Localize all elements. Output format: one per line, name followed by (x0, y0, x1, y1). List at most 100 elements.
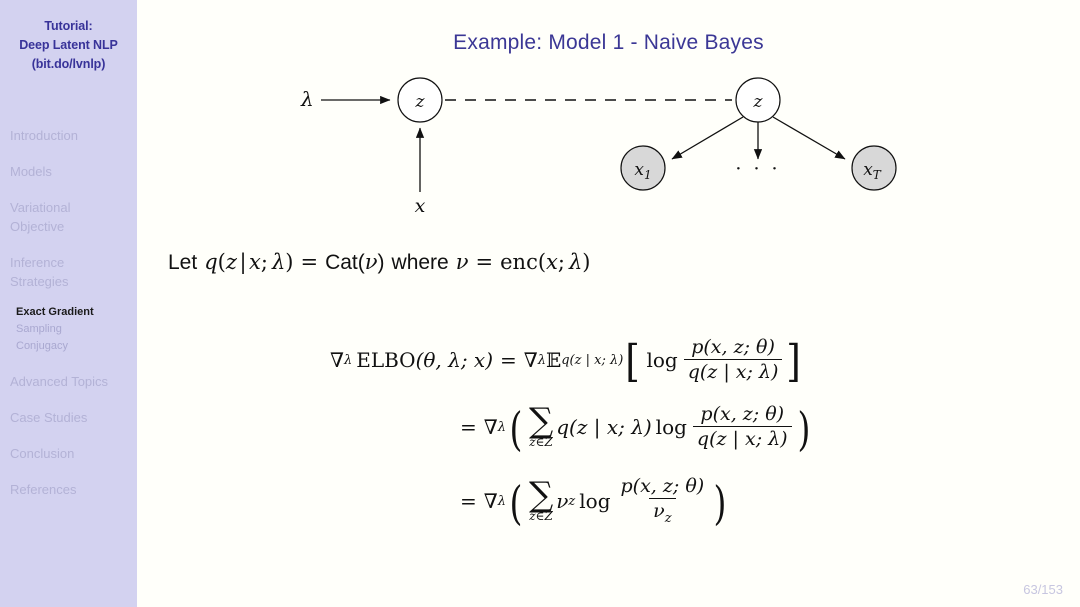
graphical-model-diagram: λ z x z x1 · · · xT (277, 62, 937, 212)
eq1-nabla-rhs-sub: λ (537, 352, 546, 368)
sidebar-item-label: Advanced Topics (10, 374, 109, 389)
let-equals-1: = (300, 250, 319, 274)
eq1-log: log (646, 348, 678, 372)
sidebar-item-conclusion[interactable]: Conclusion (0, 444, 137, 463)
sidebar-item-label: Conjugacy (16, 340, 68, 352)
eq2-frac-denominator: q(z | x; λ) (692, 425, 792, 450)
let-enc-x: x (546, 250, 558, 274)
eq1-expectation-sub: q(z | x; λ) (561, 352, 624, 368)
diagram-ellipsis: · · · (735, 158, 780, 180)
brand-line-2: Deep Latent NLP (19, 38, 118, 52)
sidebar-item-introduction[interactable]: Introduction (0, 126, 137, 145)
slide-content: Example: Model 1 - Naive Bayes λ z x z x… (137, 0, 1080, 607)
eq2-equals: = (460, 415, 477, 439)
eq3-frac-denominator: νz (649, 497, 676, 525)
eq1-fraction: p(x, z; θ) q(z | x; λ) (683, 335, 783, 383)
equation-2: = ∇ λ( ∑ z∈Z q(z | x; λ) log p(x, z; θ) q(z… (460, 400, 811, 456)
let-enc-semicolon: ; (557, 250, 565, 274)
let-equals-2: = (475, 250, 494, 274)
diagram-label-x: x (415, 195, 426, 212)
sidebar-item-exact-gradient[interactable]: Exact Gradient (0, 304, 137, 321)
let-nu-2: ν (455, 250, 469, 274)
eq2-nabla-sub: λ (497, 419, 506, 435)
let-paren-open: ( (217, 250, 226, 274)
let-enc-paren-open: ( (537, 250, 547, 274)
let-z: z (225, 250, 237, 274)
sidebar-item-label: Conclusion (10, 446, 75, 461)
eq1-equals: = (500, 348, 517, 372)
sidebar-item-case-studies[interactable]: Case Studies (0, 408, 137, 427)
eq1-elbo: ELBO (356, 348, 416, 372)
let-mid-bar: | (239, 250, 247, 274)
eq3-sum-symbol: ∑ (528, 474, 554, 515)
eq2-nabla: ∇ (483, 415, 498, 439)
edge-z-to-xT (772, 116, 846, 160)
eq1-frac-denominator: q(z | x; λ) (683, 358, 783, 383)
let-cat: Cat (325, 251, 358, 274)
let-q: q (204, 250, 218, 274)
sidebar-item-advanced-topics[interactable]: Advanced Topics (0, 372, 137, 391)
eq1-nabla-lhs-sub: λ (343, 352, 353, 368)
sidebar-item-label-line1: Inference (10, 255, 65, 270)
let-cat-paren-open: ( (357, 251, 365, 274)
sidebar-item-label: References (10, 482, 77, 497)
page-title: Example: Model 1 - Naive Bayes (453, 31, 764, 54)
let-lambda: λ (271, 250, 286, 274)
sidebar-item-label-line2: Objective (10, 219, 65, 234)
sidebar-item-label-line1: Variational (10, 200, 71, 215)
eq3-nabla-sub: λ (497, 493, 506, 509)
sidebar-item-label: Models (10, 164, 52, 179)
sidebar-item-label: Introduction (10, 128, 78, 143)
eq2-fraction: p(x, z; θ) q(z | x; λ) (692, 402, 792, 450)
sidebar-item-label: Exact Gradient (16, 306, 94, 318)
eq3-term: ν (556, 489, 569, 513)
derivation-block: ∇ λ ELBO (θ, λ; x) = ∇ λ 𝔼q(z | x; λ)[log p(x, … (137, 330, 1080, 538)
eq3-term-sub: z (568, 493, 576, 509)
sidebar-item-label: Case Studies (10, 410, 88, 425)
let-enc-lambda: λ (568, 250, 583, 274)
eq3-frac-den-nu: ν (653, 499, 665, 522)
eq1-frac-numerator: p(x, z; θ) (691, 335, 775, 358)
brand-line-3: (bit.do/lvnlp) (31, 57, 106, 71)
let-statement: Let q(z | x; λ) = Cat(ν) where ν = enc(x; λ) (168, 250, 590, 275)
sidebar-item-sampling[interactable]: Sampling (0, 321, 137, 338)
sidebar-brand[interactable]: Tutorial: Deep Latent NLP (bit.do/lvnlp) (0, 17, 137, 74)
eq2-term: q(z | x; λ) (556, 415, 652, 439)
eq3-equals: = (460, 489, 477, 513)
sidebar-item-models[interactable]: Models (0, 162, 137, 181)
eq1-expectation: 𝔼 (545, 348, 562, 372)
equation-3: = ∇ λ( ∑ z∈Z ν z log p(x, z; θ) νz ) (460, 474, 727, 530)
sidebar-nav: Introduction Models Variational Objectiv… (0, 126, 137, 516)
brand-line-1: Tutorial: (44, 19, 93, 33)
let-semicolon: ; (260, 250, 268, 274)
eq2-log: log (655, 415, 687, 439)
eq3-nabla: ∇ (483, 489, 498, 513)
eq3-frac-numerator: p(x, z; θ) (620, 474, 705, 497)
eq3-log: log (579, 489, 611, 513)
edge-z-to-x1 (671, 116, 744, 160)
sidebar: Tutorial: Deep Latent NLP (bit.do/lvnlp)… (0, 0, 137, 607)
eq2-sum-symbol: ∑ (528, 400, 554, 441)
sidebar-item-references[interactable]: References (0, 480, 137, 499)
sidebar-item-inference-strategies[interactable]: Inference Strategies (0, 253, 137, 291)
let-x: x (249, 250, 261, 274)
eq1-nabla-lhs: ∇ (330, 348, 344, 372)
let-keyword: Let (168, 251, 198, 274)
slide-root: Tutorial: Deep Latent NLP (bit.do/lvnlp)… (0, 0, 1080, 607)
eq3-sum-limits: z∈Z (529, 509, 553, 524)
eq1-nabla-rhs: ∇ (523, 348, 538, 372)
let-enc: enc (500, 250, 538, 274)
sidebar-item-label-line2: Strategies (10, 274, 69, 289)
sidebar-item-conjugacy[interactable]: Conjugacy (0, 338, 137, 355)
let-nu-1: ν (364, 250, 378, 274)
eq1-elbo-args: (θ, λ; x) (415, 348, 493, 372)
sidebar-item-label: Sampling (16, 323, 62, 335)
diagram-label-lambda: λ (300, 87, 314, 111)
eq3-fraction: p(x, z; θ) νz (617, 475, 709, 526)
sidebar-item-variational-objective[interactable]: Variational Objective (0, 198, 137, 236)
page-number: 63/153 (1023, 582, 1063, 597)
eq2-sum-limits: z∈Z (529, 435, 553, 450)
node-z-right-label: z (753, 92, 764, 112)
eq2-frac-numerator: p(x, z; θ) (700, 402, 785, 425)
node-z-left-label: z (415, 92, 426, 112)
